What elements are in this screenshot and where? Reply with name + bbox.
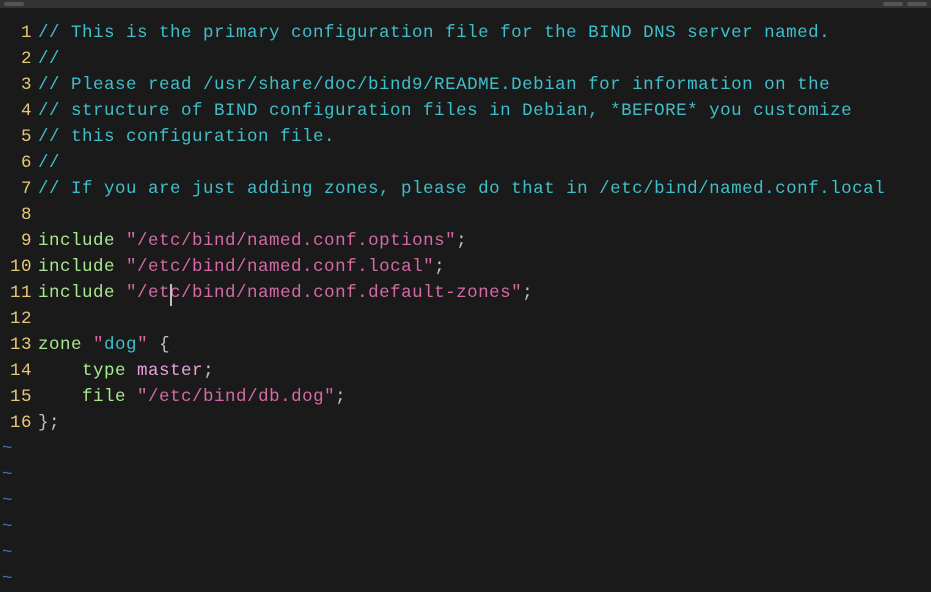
line-number: 16	[0, 410, 38, 436]
line-content[interactable]: include "/etc/bind/named.conf.options";	[38, 228, 931, 254]
code-line[interactable]: 16};	[0, 410, 931, 436]
empty-line-marker: ~	[0, 488, 931, 514]
line-content[interactable]: // If you are just adding zones, please …	[38, 176, 931, 202]
empty-line-marker: ~	[0, 540, 931, 566]
code-line[interactable]: 8	[0, 202, 931, 228]
empty-line-marker: ~	[0, 566, 931, 592]
code-line[interactable]: 15 file "/etc/bind/db.dog";	[0, 384, 931, 410]
code-line[interactable]: 10include "/etc/bind/named.conf.local";	[0, 254, 931, 280]
empty-line-marker: ~	[0, 462, 931, 488]
line-number: 3	[0, 72, 38, 98]
line-number: 13	[0, 332, 38, 358]
line-content[interactable]	[38, 202, 931, 228]
code-line[interactable]: 13zone "dog" {	[0, 332, 931, 358]
code-line[interactable]: 9include "/etc/bind/named.conf.options";	[0, 228, 931, 254]
line-content[interactable]: file "/etc/bind/db.dog";	[38, 384, 931, 410]
code-line[interactable]: 1// This is the primary configuration fi…	[0, 20, 931, 46]
empty-line-marker: ~	[0, 436, 931, 462]
line-number: 14	[0, 358, 38, 384]
code-line[interactable]: 2//	[0, 46, 931, 72]
code-line[interactable]: 6//	[0, 150, 931, 176]
code-line[interactable]: 5// this configuration file.	[0, 124, 931, 150]
line-content[interactable]: type master;	[38, 358, 931, 384]
line-content[interactable]: };	[38, 410, 931, 436]
line-number: 15	[0, 384, 38, 410]
line-content[interactable]	[38, 306, 931, 332]
line-content[interactable]: include "/etc/bind/named.conf.local";	[38, 254, 931, 280]
line-content[interactable]: //	[38, 46, 931, 72]
code-line[interactable]: 12	[0, 306, 931, 332]
line-content[interactable]: // This is the primary configuration fil…	[38, 20, 931, 46]
line-number: 5	[0, 124, 38, 150]
code-line[interactable]: 7// If you are just adding zones, please…	[0, 176, 931, 202]
code-line[interactable]: 4// structure of BIND configuration file…	[0, 98, 931, 124]
line-number: 8	[0, 202, 38, 228]
line-content[interactable]: // Please read /usr/share/doc/bind9/READ…	[38, 72, 931, 98]
code-line[interactable]: 14 type master;	[0, 358, 931, 384]
line-number: 11	[0, 280, 38, 306]
line-number: 4	[0, 98, 38, 124]
line-number: 1	[0, 20, 38, 46]
line-number: 7	[0, 176, 38, 202]
line-content[interactable]: // structure of BIND configuration files…	[38, 98, 931, 124]
line-content[interactable]: //	[38, 150, 931, 176]
line-content[interactable]: // this configuration file.	[38, 124, 931, 150]
line-number: 6	[0, 150, 38, 176]
titlebar-button-left[interactable]	[4, 2, 24, 6]
line-number: 12	[0, 306, 38, 332]
text-editor[interactable]: 1// This is the primary configuration fi…	[0, 8, 931, 592]
line-number: 2	[0, 46, 38, 72]
code-line[interactable]: 3// Please read /usr/share/doc/bind9/REA…	[0, 72, 931, 98]
line-content[interactable]: include "/etc/bind/named.conf.default-zo…	[38, 280, 931, 306]
line-content[interactable]: zone "dog" {	[38, 332, 931, 358]
line-number: 9	[0, 228, 38, 254]
titlebar-button-right-2[interactable]	[907, 2, 927, 6]
empty-line-marker: ~	[0, 514, 931, 540]
line-number: 10	[0, 254, 38, 280]
titlebar-button-right-1[interactable]	[883, 2, 903, 6]
code-line[interactable]: 11include "/etc/bind/named.conf.default-…	[0, 280, 931, 306]
window-titlebar	[0, 0, 931, 8]
